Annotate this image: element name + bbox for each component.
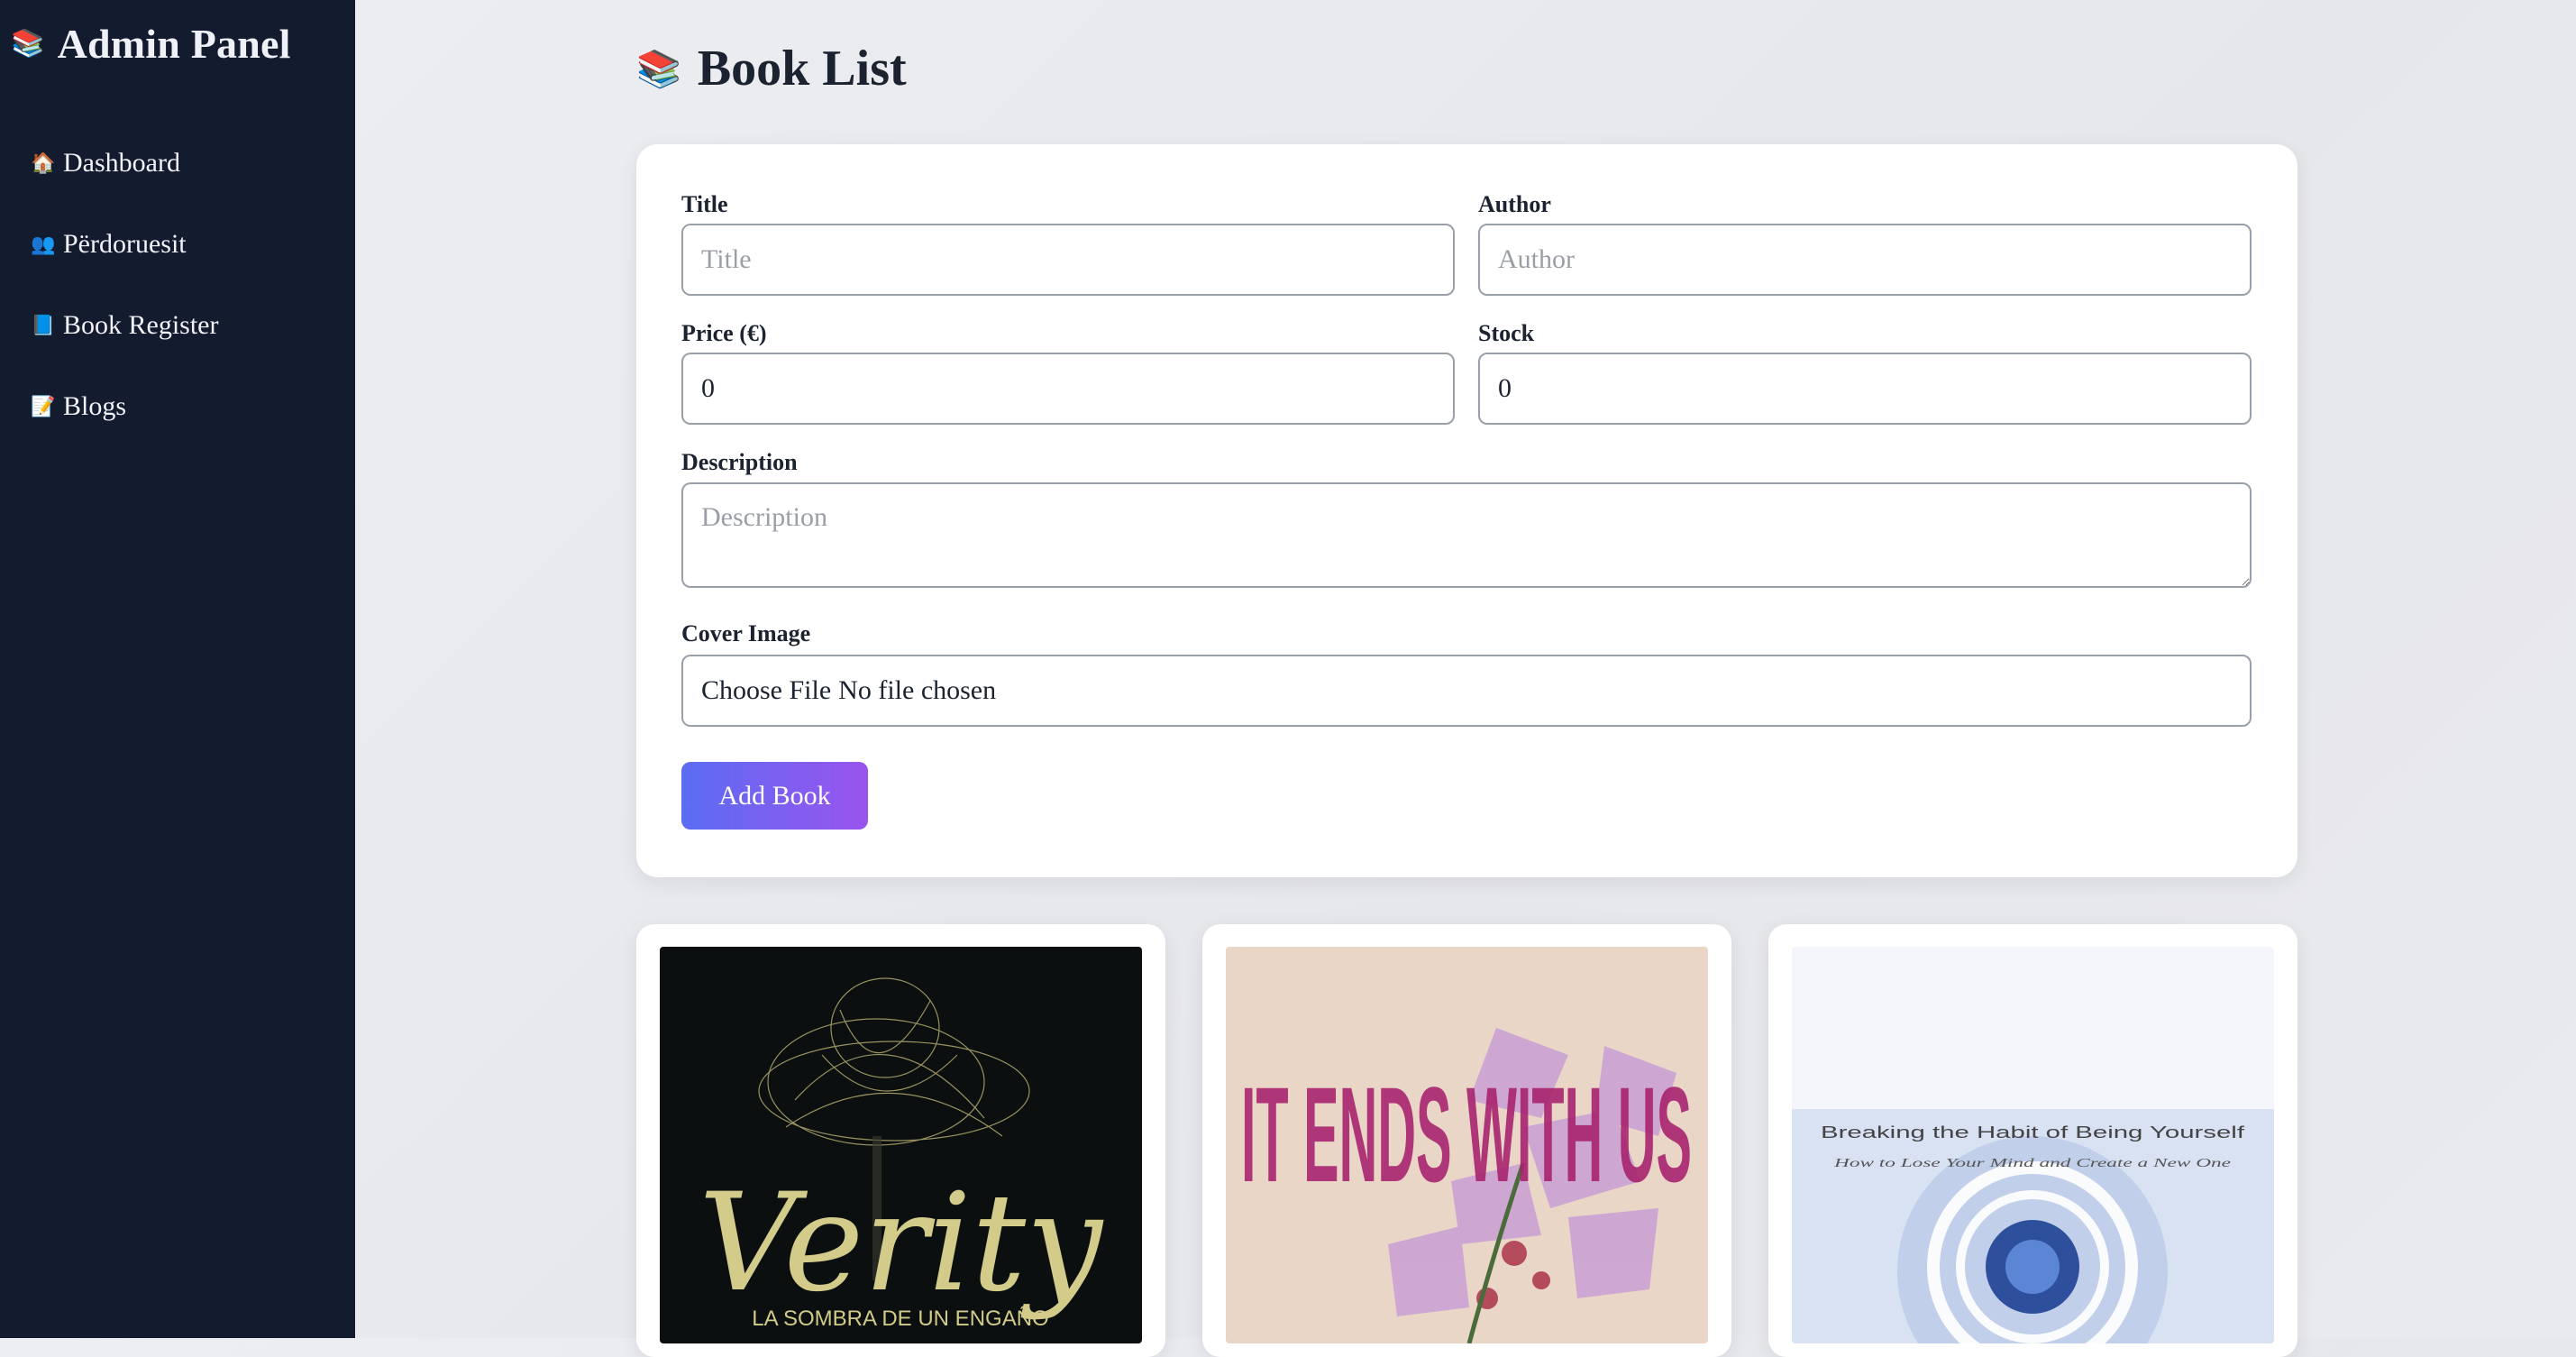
book-card[interactable]: Breaking the Habit of Being Yourself How… <box>1768 924 2297 1357</box>
book-card[interactable]: IT ENDS WITH US <box>1202 924 1731 1357</box>
description-label: Description <box>681 449 798 476</box>
author-label: Author <box>1478 191 1551 218</box>
sidebar-item-users[interactable]: 👥 Përdoruesit <box>31 204 219 285</box>
cover-image-field[interactable]: Choose File No file chosen <box>681 655 2252 727</box>
sidebar-item-label: Blogs <box>63 391 126 422</box>
book-card[interactable]: Verity LA SOMBRA DE UN ENGAÑO <box>636 924 1165 1357</box>
add-book-button[interactable]: Add Book <box>681 762 868 830</box>
books-icon: 📚 <box>636 48 681 90</box>
book-cover: Verity LA SOMBRA DE UN ENGAÑO <box>660 947 1142 1343</box>
description-input[interactable] <box>681 482 2252 588</box>
stock-label: Stock <box>1478 320 1534 347</box>
sidebar-item-blogs[interactable]: 📝 Blogs <box>31 366 219 447</box>
cover-title: Verity <box>699 1165 1104 1322</box>
file-status: No file chosen <box>838 675 996 706</box>
sidebar-nav: 🏠 Dashboard 👥 Përdoruesit 📘 Book Registe… <box>31 123 219 447</box>
book-cover: Breaking the Habit of Being Yourself How… <box>1792 947 2274 1343</box>
book-icon: 📘 <box>31 314 63 337</box>
sidebar-item-label: Book Register <box>63 310 219 341</box>
cover-image-label: Cover Image <box>681 620 810 647</box>
brand-title: Admin Panel <box>58 20 291 68</box>
price-label: Price (€) <box>681 320 767 347</box>
users-icon: 👥 <box>31 233 63 256</box>
books-icon: 📚 <box>11 28 45 60</box>
choose-file-button[interactable]: Choose File <box>701 675 831 706</box>
stock-input[interactable] <box>1478 353 2252 425</box>
cover-title: IT ENDS WITH US <box>1241 1059 1692 1210</box>
memo-icon: 📝 <box>31 395 63 418</box>
price-input[interactable] <box>681 353 1455 425</box>
cover-subtitle: LA SOMBRA DE UN ENGAÑO <box>752 1307 1048 1331</box>
book-cover-art: IT ENDS WITH US <box>1226 947 1708 1343</box>
author-input[interactable] <box>1478 224 2252 296</box>
sidebar-item-dashboard[interactable]: 🏠 Dashboard <box>31 123 219 204</box>
sidebar: 📚 Admin Panel 🏠 Dashboard 👥 Përdoruesit … <box>0 0 355 1338</box>
brand[interactable]: 📚 Admin Panel <box>11 20 291 68</box>
sidebar-item-label: Dashboard <box>63 148 180 179</box>
cover-title: Breaking the Habit of Being Yourself <box>1821 1123 2246 1142</box>
page-title: 📚 Book List <box>636 40 907 97</box>
page-title-text: Book List <box>698 40 907 97</box>
book-cover-art: Breaking the Habit of Being Yourself How… <box>1792 947 2274 1343</box>
add-book-form: Title Author Price (€) Stock Description… <box>636 144 2297 877</box>
house-icon: 🏠 <box>31 151 63 175</box>
book-cover: IT ENDS WITH US <box>1226 947 1708 1343</box>
sidebar-item-book-register[interactable]: 📘 Book Register <box>31 285 219 366</box>
book-cover-art: Verity LA SOMBRA DE UN ENGAÑO <box>660 947 1142 1343</box>
main-content: 📚 Book List Title Author Price (€) Stock… <box>355 0 2576 1338</box>
cover-subtitle: How to Lose Your Mind and Create a New O… <box>1832 1157 2231 1170</box>
title-label: Title <box>681 191 728 218</box>
title-input[interactable] <box>681 224 1455 296</box>
sidebar-item-label: Përdoruesit <box>63 229 187 260</box>
